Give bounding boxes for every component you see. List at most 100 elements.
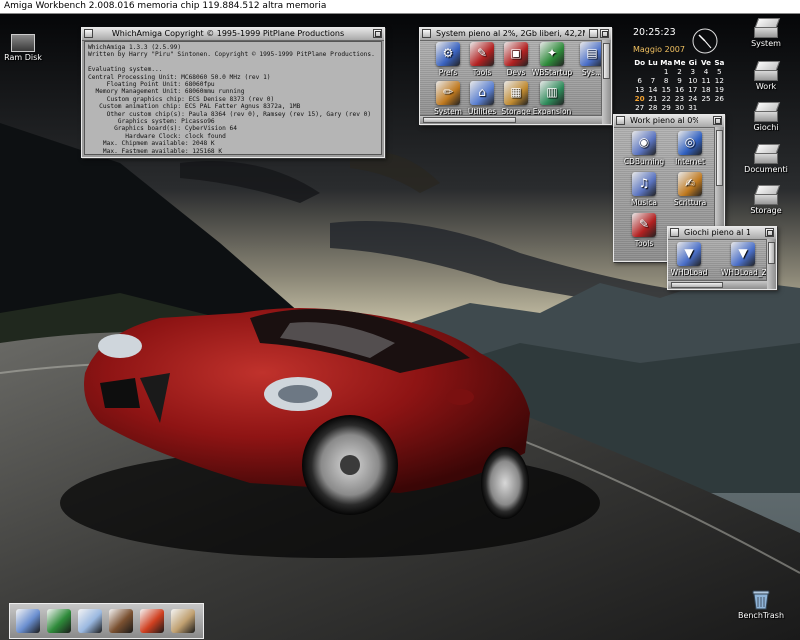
depth-gadget-icon[interactable] (765, 228, 774, 237)
drawer-scrittura[interactable]: ✍ Scrittura (668, 172, 712, 207)
package-icon[interactable] (171, 609, 195, 633)
calendar-day[interactable]: 8 (660, 76, 673, 85)
calendar-day[interactable] (646, 67, 659, 76)
calendar-day[interactable]: 26 (713, 94, 726, 103)
whichamiga-line: Memory Management Unit: 68060mmu running (88, 88, 245, 96)
scrollbar-knob[interactable] (423, 117, 516, 123)
calendar-day[interactable] (633, 67, 646, 76)
calendar-day[interactable]: 1 (660, 67, 673, 76)
close-gadget-icon[interactable] (84, 29, 93, 38)
desktop-icon-benchtrash[interactable]: BenchTrash (731, 588, 791, 620)
calendar-week: 20 21 22 23 24 25 26 (633, 94, 726, 103)
vertical-scrollbar[interactable] (766, 239, 776, 289)
calendar-day[interactable]: 31 (686, 103, 699, 112)
drawer-musica[interactable]: ♫ Musica (622, 172, 666, 207)
giochi-title-bar[interactable]: Giochi pieno al 11%, 2 (668, 227, 776, 240)
whdload-zip-icon: ▼ (731, 242, 755, 266)
calendar-day[interactable]: 17 (686, 85, 699, 94)
drawer-expansion[interactable]: ▥ Expansion (530, 81, 574, 116)
screens-icon[interactable] (16, 609, 40, 633)
close-gadget-icon[interactable] (670, 228, 679, 237)
calendar-day[interactable]: 25 (699, 94, 712, 103)
magnifier-icon[interactable] (78, 609, 102, 633)
horizontal-scrollbar[interactable] (420, 115, 602, 124)
desktop-volume-system[interactable]: System (736, 18, 796, 48)
desktop-volume-work[interactable]: Work (736, 61, 796, 91)
calendar-day[interactable]: 13 (633, 85, 646, 94)
system-title-bar[interactable]: System pieno al 2%, 2Gb liberi, 42,2Mb i… (420, 28, 611, 41)
calendar-day[interactable]: 20 (633, 94, 646, 103)
storage-drawer-icon: ▦ (504, 81, 528, 105)
drawer-wbstartup[interactable]: ✦ WBStartup (530, 42, 574, 77)
music-icon: ♫ (632, 172, 656, 196)
calendar-day[interactable]: 28 (646, 103, 659, 112)
desktop-volume-giochi[interactable]: Giochi (736, 102, 796, 132)
scrollbar-knob[interactable] (603, 43, 610, 79)
calendar-day[interactable]: 19 (713, 85, 726, 94)
whichamiga-output: WhichAmiga 1.3.3 (2.5.99) Written by Harr… (84, 41, 382, 155)
horizontal-scrollbar[interactable] (668, 280, 767, 289)
trash-icon (752, 590, 770, 610)
drawer-whdload-zip[interactable]: ▼ WHDLoad_ZIP (721, 242, 773, 277)
system-window[interactable]: System pieno al 2%, 2Gb liberi, 42,2Mb i… (419, 27, 612, 125)
drawer-cdburning[interactable]: ◉ CDBurning (622, 131, 666, 166)
whdload-zip-icon-glyph: ▼ (738, 246, 748, 260)
desktop-volume-storage[interactable]: Storage (736, 185, 796, 215)
calendar-day[interactable]: 24 (686, 94, 699, 103)
analog-clock-icon (692, 28, 718, 54)
writing-icon: ✍ (678, 172, 702, 196)
whichamiga-line: Hardware Clock: clock found (88, 132, 226, 140)
calendar-day[interactable]: 7 (646, 76, 659, 85)
calendar-day[interactable]: 23 (673, 94, 686, 103)
calendar-day[interactable] (713, 103, 726, 112)
scrollbar-knob[interactable] (716, 130, 723, 186)
drawer-whdload[interactable]: ▼ WHDLoad (668, 242, 711, 277)
vertical-scrollbar[interactable] (601, 40, 611, 124)
depth-gadget-icon[interactable] (373, 29, 382, 38)
whichamiga-title-bar[interactable]: WhichAmiga Copyright © 1995-1999 PitPlan… (82, 28, 384, 41)
calendar-day[interactable]: 2 (673, 67, 686, 76)
calendar-day[interactable]: 22 (660, 94, 673, 103)
calendar-day[interactable]: 5 (713, 67, 726, 76)
depth-gadget-icon[interactable] (713, 116, 722, 125)
calendar-day[interactable]: 29 (660, 103, 673, 112)
screen-title-bar[interactable]: Amiga Workbench 2.008.016 memoria chip 1… (0, 0, 800, 14)
desktop-icon-ram-disk[interactable]: Ram Disk (0, 34, 53, 62)
work-title-bar[interactable]: Work pieno al 0% (614, 115, 724, 128)
desktop-volume-documenti[interactable]: Documenti (736, 144, 796, 174)
drawer-internet[interactable]: ◎ Internet (668, 131, 712, 166)
calendar-day[interactable]: 14 (646, 85, 659, 94)
scrollbar-knob[interactable] (768, 242, 775, 264)
scrollbar-knob[interactable] (671, 282, 723, 288)
calendar-day[interactable]: 16 (673, 85, 686, 94)
calendar-weekday: Lu (648, 58, 658, 67)
calendar-weekday: Ve (701, 58, 712, 67)
calendar-day[interactable]: 15 (660, 85, 673, 94)
close-gadget-icon[interactable] (422, 29, 431, 38)
dock-bar[interactable] (9, 603, 204, 639)
close-gadget-icon[interactable] (616, 116, 625, 125)
notebook-icon[interactable] (47, 609, 71, 633)
calendar-day[interactable]: 27 (633, 103, 646, 112)
horse-rider-icon[interactable] (109, 609, 133, 633)
calendar-day[interactable]: 4 (699, 67, 712, 76)
calendar-day[interactable] (699, 103, 712, 112)
whichamiga-window[interactable]: WhichAmiga Copyright © 1995-1999 PitPlan… (81, 27, 385, 158)
drawer-tools[interactable]: ✎ Tools (622, 213, 666, 248)
calendar-day[interactable]: 12 (713, 76, 726, 85)
calendar-day[interactable]: 9 (673, 76, 686, 85)
calendar-day[interactable]: 3 (686, 67, 699, 76)
calendar-day[interactable]: 11 (699, 76, 712, 85)
calendar-day[interactable]: 18 (699, 85, 712, 94)
depth-gadget-icon[interactable] (600, 29, 609, 38)
giochi-window[interactable]: Giochi pieno al 11%, 2 ▼ WHDLoad ▼ WHDLoad_… (667, 226, 777, 290)
drawer-label: WHDLoad (670, 268, 708, 277)
calendar-day[interactable]: 10 (686, 76, 699, 85)
calendar-day[interactable]: 21 (646, 94, 659, 103)
calendar-day[interactable]: 6 (633, 76, 646, 85)
amp-player-icon[interactable] (140, 609, 164, 633)
calendar-week: 27 28 29 30 31 (633, 103, 726, 112)
zoom-gadget-icon[interactable] (589, 29, 598, 38)
calendar-day[interactable]: 30 (673, 103, 686, 112)
cdburning-icon: ◉ (632, 131, 656, 155)
